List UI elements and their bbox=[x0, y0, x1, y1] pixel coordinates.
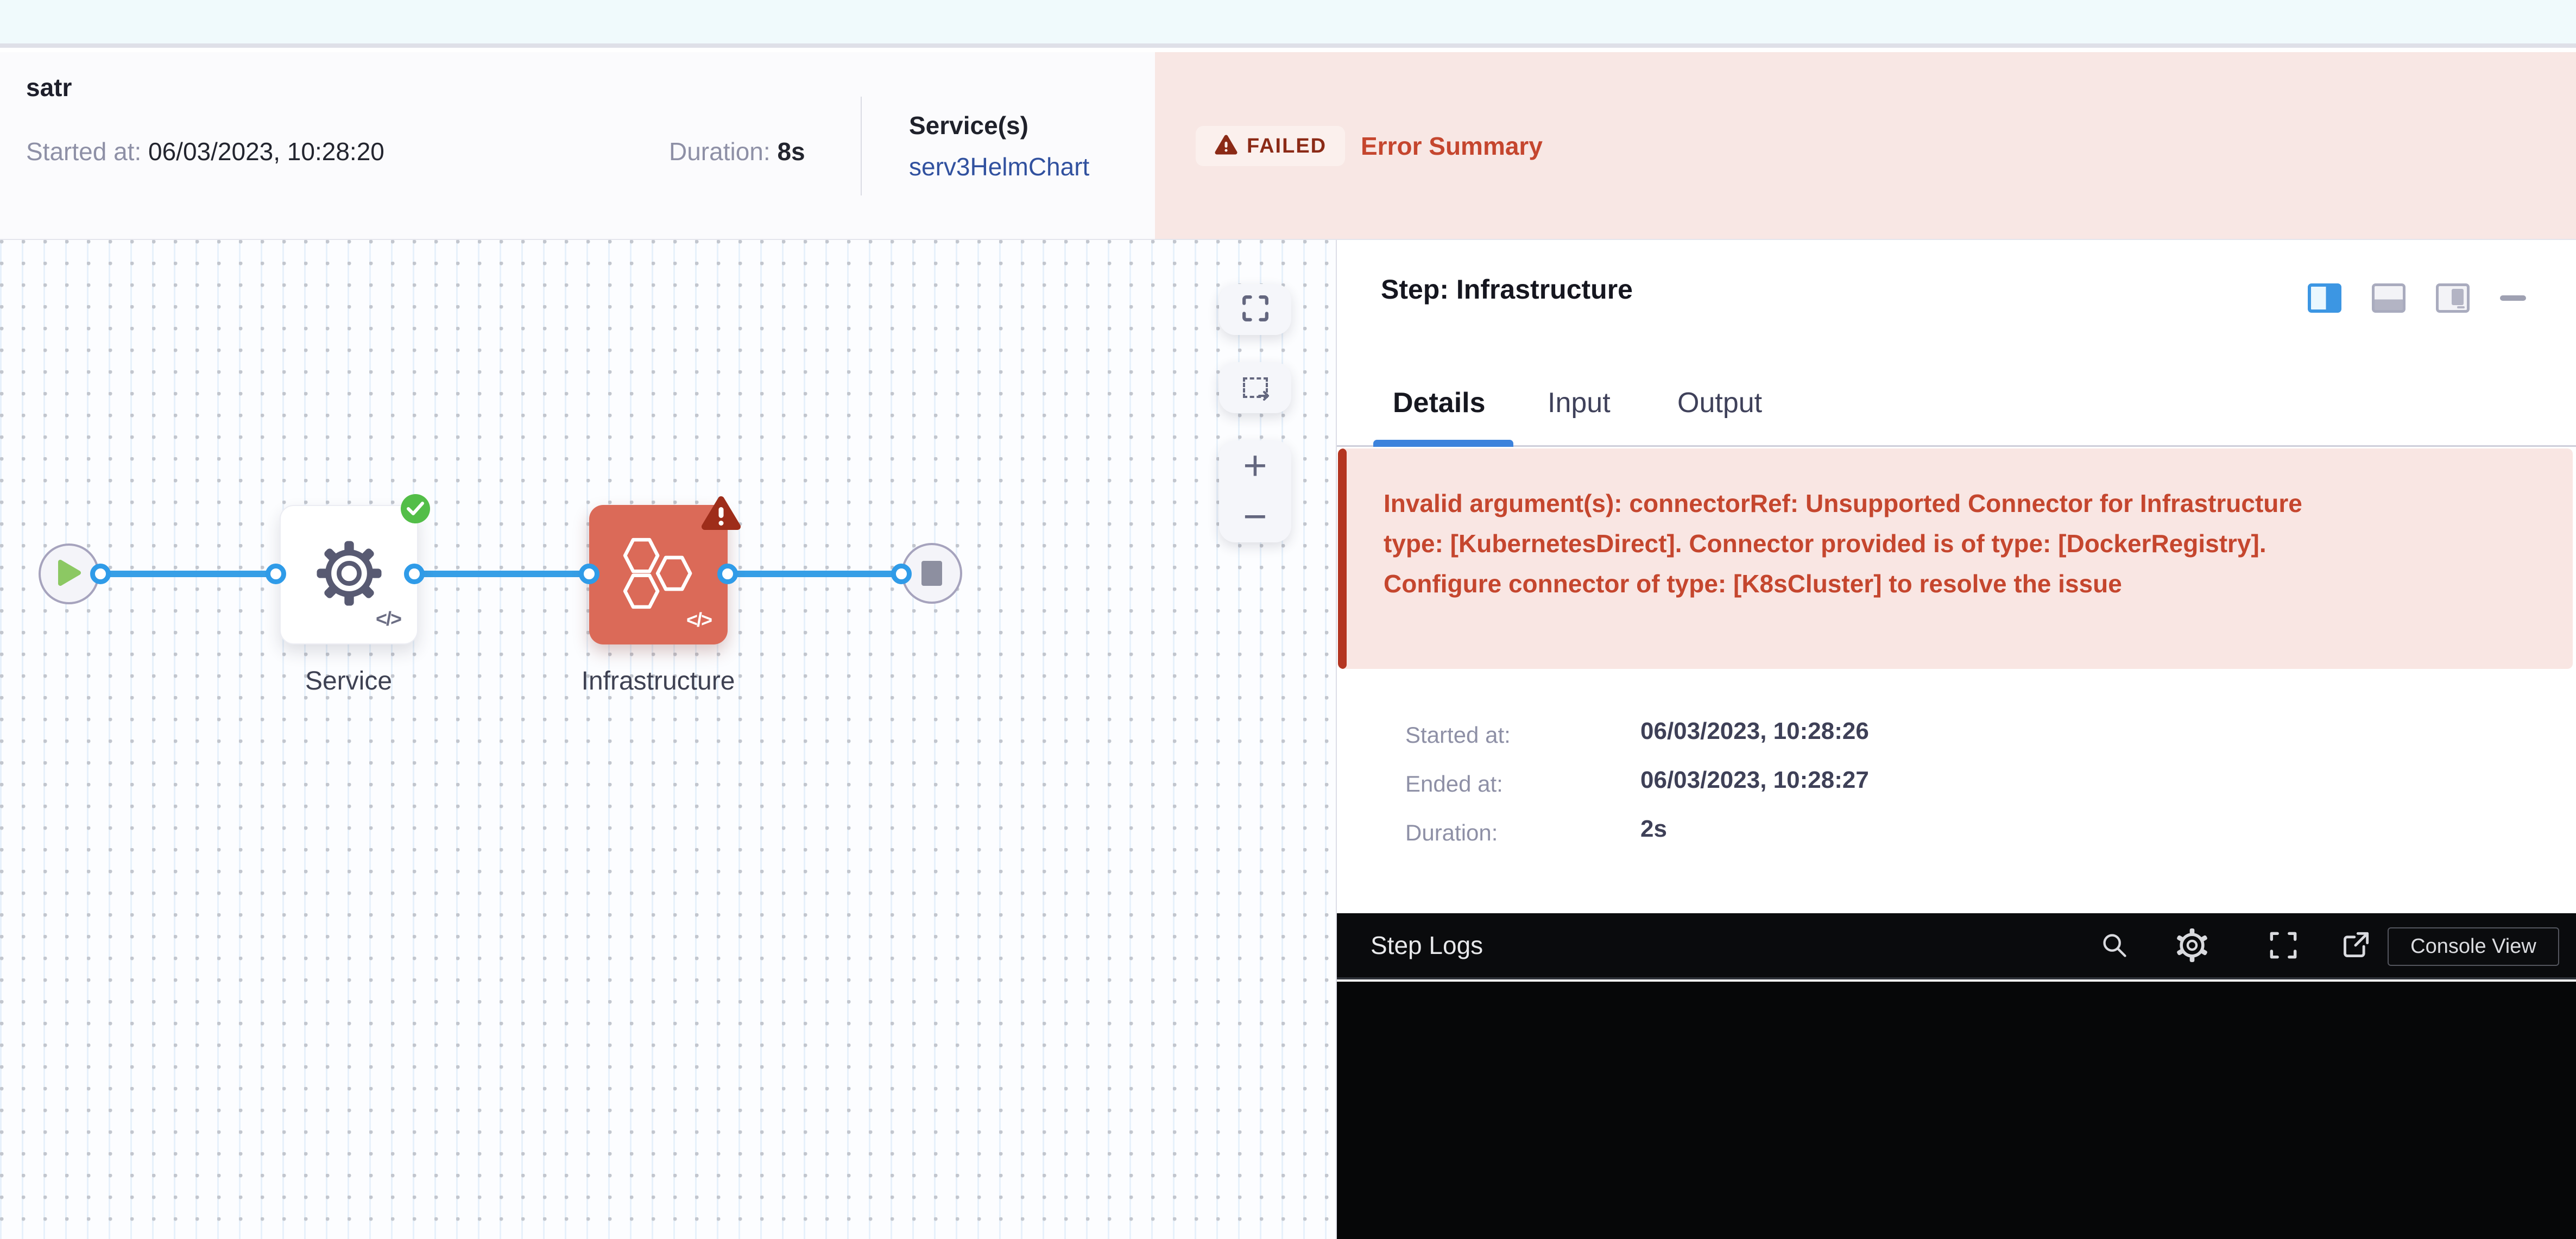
panel-layout-switcher bbox=[2308, 283, 2526, 313]
zoom-out-button[interactable]: − bbox=[1243, 496, 1267, 538]
log-console-area[interactable] bbox=[1337, 982, 2576, 1239]
tab-details[interactable]: Details bbox=[1393, 387, 1486, 419]
search-icon bbox=[2100, 931, 2129, 959]
services-label: Service(s) bbox=[909, 111, 1028, 140]
header-divider bbox=[861, 97, 862, 195]
detail-row-ended: Ended at: 06/03/2023, 10:28:27 bbox=[1405, 767, 2274, 816]
error-accent-bar bbox=[1338, 448, 1347, 669]
warning-triangle-icon bbox=[1214, 134, 1238, 159]
error-message: Invalid argument(s): connectorRef: Unsup… bbox=[1384, 483, 2538, 604]
marquee-select-icon bbox=[1243, 377, 1268, 398]
tabs-divider bbox=[1337, 445, 2576, 447]
duration-value: 8s bbox=[777, 137, 805, 166]
canvas-select-button[interactable] bbox=[1219, 362, 1291, 413]
stop-icon bbox=[921, 561, 942, 586]
log-search-button[interactable] bbox=[2097, 928, 2132, 963]
canvas-fullscreen-button[interactable] bbox=[1219, 284, 1291, 335]
layout-float-view-icon[interactable] bbox=[2436, 283, 2470, 313]
play-icon bbox=[56, 559, 82, 590]
minimize-panel-button[interactable] bbox=[2500, 295, 2526, 301]
fullscreen-icon bbox=[1242, 295, 1269, 325]
service-link[interactable]: serv3HelmChart bbox=[909, 152, 1089, 181]
layout-bottom-view-icon[interactable] bbox=[2372, 283, 2405, 313]
duration-label: Duration: bbox=[669, 137, 771, 166]
detail-row-started: Started at: 06/03/2023, 10:28:26 bbox=[1405, 718, 2274, 767]
tab-output[interactable]: Output bbox=[1677, 387, 1762, 419]
panel-title: Step: Infrastructure bbox=[1381, 274, 1633, 305]
panel-tabs: Details Input Output bbox=[1337, 382, 2576, 447]
edge-port bbox=[404, 564, 425, 584]
gear-icon bbox=[2175, 928, 2209, 962]
node-label-infrastructure: Infrastructure bbox=[550, 666, 767, 696]
duration-line: Duration: 8s bbox=[669, 137, 805, 166]
zoom-in-button[interactable]: + bbox=[1243, 445, 1267, 486]
started-at-value: 06/03/2023, 10:28:20 bbox=[148, 137, 384, 166]
status-badge: FAILED bbox=[1196, 126, 1345, 166]
edge-port bbox=[90, 564, 111, 584]
canvas-zoom-control: + − bbox=[1219, 440, 1291, 542]
step-logs-title: Step Logs bbox=[1371, 913, 1483, 977]
code-view-toggle[interactable]: </> bbox=[376, 608, 401, 630]
edge-port bbox=[717, 564, 738, 584]
edge-port bbox=[266, 564, 286, 584]
pipeline-name: satr bbox=[26, 73, 72, 102]
step-detail-panel: Step: Infrastructure Details Input Outpu… bbox=[1336, 240, 2576, 1239]
status-badge-label: FAILED bbox=[1247, 135, 1327, 158]
log-fullscreen-button[interactable] bbox=[2266, 928, 2301, 963]
hexagons-icon bbox=[618, 533, 699, 617]
started-at-label: Started at: bbox=[26, 137, 141, 166]
canvas-controls: + − bbox=[1219, 284, 1291, 542]
pipeline-canvas[interactable]: </> </> Service Infrastructure bbox=[0, 240, 1336, 1239]
error-header-zone: FAILED Error Summary bbox=[1155, 52, 2576, 239]
node-service[interactable]: </> bbox=[280, 505, 418, 644]
error-message-box: Invalid argument(s): connectorRef: Unsup… bbox=[1338, 448, 2573, 669]
edge-port bbox=[891, 564, 912, 584]
layout-right-view-icon[interactable] bbox=[2308, 283, 2341, 313]
started-at-line: Started at: 06/03/2023, 10:28:20 bbox=[26, 137, 384, 166]
error-summary-link[interactable]: Error Summary bbox=[1361, 131, 1543, 161]
expand-icon bbox=[2269, 931, 2297, 959]
step-details: Started at: 06/03/2023, 10:28:26 Ended a… bbox=[1405, 718, 2274, 864]
log-settings-button[interactable] bbox=[2175, 928, 2209, 963]
gear-icon bbox=[315, 540, 383, 610]
execution-header: satr Started at: 06/03/2023, 10:28:20 Du… bbox=[0, 52, 2576, 240]
node-label-service: Service bbox=[240, 666, 457, 696]
failure-warning-icon bbox=[700, 495, 742, 535]
log-open-new-tab-button[interactable] bbox=[2338, 928, 2373, 963]
success-check-icon bbox=[401, 494, 430, 523]
step-logs-bar: Step Logs bbox=[1337, 913, 2576, 979]
edge-port bbox=[579, 564, 599, 584]
detail-row-duration: Duration: 2s bbox=[1405, 816, 2274, 864]
tab-input[interactable]: Input bbox=[1548, 387, 1611, 419]
connector-line bbox=[100, 571, 901, 577]
code-view-toggle[interactable]: </> bbox=[686, 609, 711, 631]
external-link-icon bbox=[2341, 931, 2370, 959]
active-tab-indicator bbox=[1373, 440, 1513, 447]
console-view-button[interactable]: Console View bbox=[2388, 927, 2559, 966]
top-strip bbox=[0, 0, 2576, 48]
